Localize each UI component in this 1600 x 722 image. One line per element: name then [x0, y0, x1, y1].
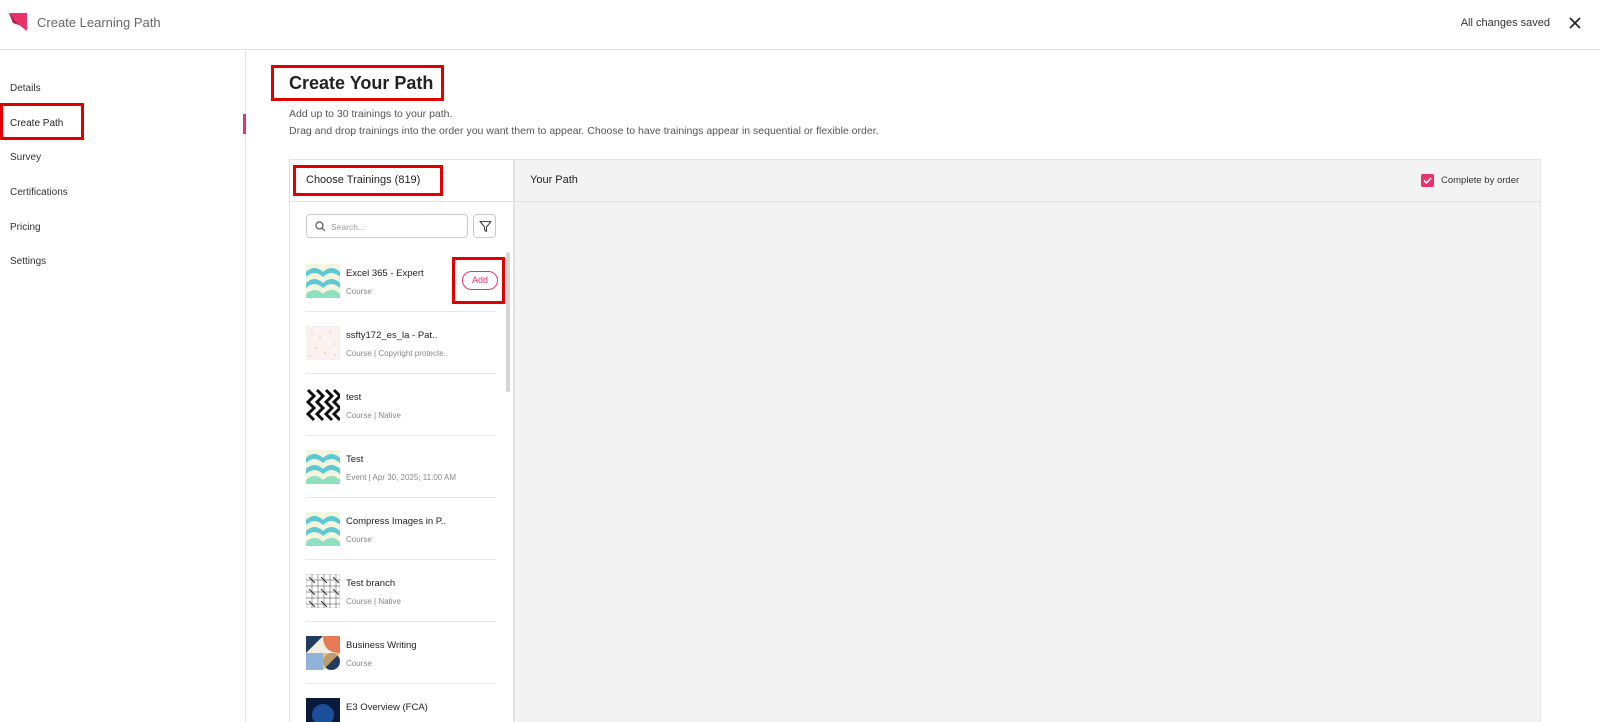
training-thumbnail: [306, 512, 340, 546]
filter-icon: [479, 220, 492, 233]
top-bar: Create Learning Path All changes saved: [0, 0, 1600, 50]
sidebar-item-details[interactable]: Details: [10, 83, 41, 94]
your-path-header: Your Path Complete by order: [515, 160, 1540, 202]
list-item[interactable]: Test branch Course | Native: [306, 560, 496, 622]
list-item[interactable]: test Course | Native: [306, 374, 496, 436]
training-thumbnail: [306, 326, 340, 360]
training-name: Business Writing: [346, 640, 417, 651]
close-icon[interactable]: [1566, 14, 1584, 32]
training-name: test: [346, 392, 362, 403]
list-item[interactable]: Test Event | Apr 30, 2025; 11:00 AM: [306, 436, 496, 498]
training-meta: Course: [346, 659, 372, 668]
save-status-text: All changes saved: [1460, 17, 1550, 29]
complete-by-order-checkbox[interactable]: [1421, 174, 1434, 187]
training-thumbnail: [306, 574, 340, 608]
search-box[interactable]: [306, 214, 468, 238]
your-path-title: Your Path: [530, 174, 578, 186]
training-meta: Course | Native: [346, 411, 401, 420]
list-item[interactable]: Compress Images in P.. Course: [306, 498, 496, 560]
sidebar-item-create-path[interactable]: Create Path: [10, 118, 63, 129]
sidebar-item-survey[interactable]: Survey: [10, 152, 41, 163]
page-title: Create Your Path: [289, 73, 434, 93]
training-list-scrollbar[interactable]: [506, 252, 510, 392]
list-item[interactable]: E3 Overview (FCA): [306, 684, 496, 722]
active-nav-indicator: [243, 114, 246, 134]
training-meta: Course | Native: [346, 597, 401, 606]
list-item[interactable]: Excel 365 - Expert Course Add: [306, 250, 498, 312]
training-name: E3 Overview (FCA): [346, 702, 428, 713]
training-thumbnail: [306, 388, 340, 422]
training-thumbnail: [306, 636, 340, 670]
your-path-panel[interactable]: Your Path Complete by order: [514, 159, 1541, 722]
app-logo-icon: [9, 13, 27, 31]
choose-trainings-title: Choose Trainings (819): [306, 174, 421, 186]
page-description-line-2: Drag and drop trainings into the order y…: [289, 125, 879, 137]
page-description-line-1: Add up to 30 trainings to your path.: [289, 108, 453, 120]
training-name: Test branch: [346, 578, 396, 589]
add-training-button[interactable]: Add: [462, 271, 498, 290]
training-meta: Course | Copyright protecte..: [346, 349, 449, 358]
complete-by-order-label: Complete by order: [1441, 175, 1520, 186]
training-meta: Event | Apr 30, 2025; 11:00 AM: [346, 473, 457, 482]
list-item[interactable]: ssfty172_es_la - Pat.. Course | Copyrigh…: [306, 312, 496, 374]
choose-trainings-header: Choose Trainings (819): [290, 160, 513, 202]
training-name: ssfty172_es_la - Pat..: [346, 330, 438, 341]
sidebar-item-settings[interactable]: Settings: [10, 256, 46, 267]
sidebar-item-pricing[interactable]: Pricing: [10, 222, 41, 233]
choose-trainings-panel: Choose Trainings (819) Excel 365 - Exper…: [289, 159, 514, 722]
training-thumbnail: [306, 450, 340, 484]
training-name: Test: [346, 454, 364, 465]
search-icon: [315, 221, 326, 232]
app-title: Create Learning Path: [37, 15, 161, 30]
training-meta: Course: [346, 535, 372, 544]
training-thumbnail: [306, 698, 340, 722]
training-meta: Course: [346, 287, 372, 296]
sidebar: Details Create Path Survey Certification…: [0, 50, 246, 722]
list-item[interactable]: Business Writing Course: [306, 622, 496, 684]
sidebar-item-certifications[interactable]: Certifications: [10, 187, 68, 198]
training-name: Excel 365 - Expert: [346, 268, 424, 279]
training-name: Compress Images in P..: [346, 516, 447, 527]
filter-button[interactable]: [473, 214, 496, 238]
search-input[interactable]: [331, 219, 461, 234]
training-thumbnail: [306, 264, 340, 298]
checkmark-icon: [1423, 177, 1432, 185]
